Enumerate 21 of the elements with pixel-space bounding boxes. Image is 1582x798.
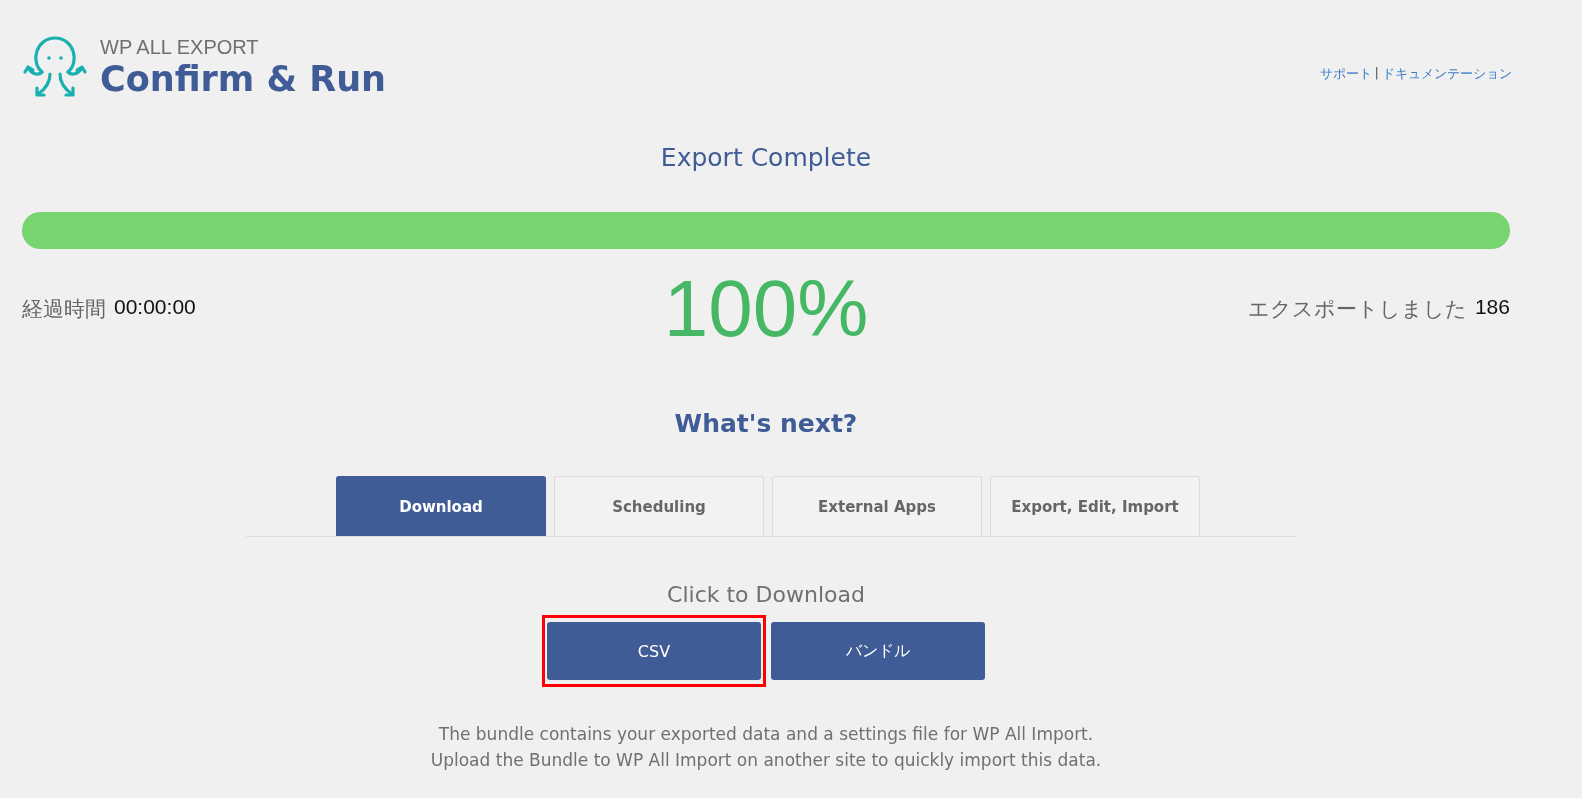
elapsed-time: 00:00:00 bbox=[114, 295, 196, 320]
note-text: The bundle contains your exported data and a settings file for WP All Import. bbox=[437, 723, 1095, 746]
page-title: Confirm & Run bbox=[100, 58, 386, 100]
exported-label: エクスポートしました bbox=[1247, 296, 1467, 323]
download-button[interactable]: CSV bbox=[547, 622, 761, 680]
tab[interactable]: Scheduling bbox=[554, 476, 764, 536]
exported-count: 186 bbox=[1474, 295, 1510, 320]
link-separator: | bbox=[1374, 65, 1379, 82]
brand-name: WP ALL EXPORT bbox=[100, 36, 260, 58]
header-link[interactable]: ドキュメンテーション bbox=[1382, 65, 1512, 83]
tab[interactable]: External Apps bbox=[772, 476, 982, 536]
elapsed-label: 経過時間 bbox=[22, 296, 106, 323]
tab[interactable]: Download bbox=[336, 476, 546, 536]
percent-text: 100% bbox=[663, 269, 869, 349]
tab[interactable]: Export, Edit, Import bbox=[990, 476, 1200, 536]
download-button[interactable]: バンドル bbox=[771, 622, 985, 680]
header-link[interactable]: サポート bbox=[1319, 65, 1372, 83]
download-heading: Click to Download bbox=[666, 581, 866, 609]
note-text: Upload the Bundle to WP All Import on another site to quickly import this data. bbox=[429, 749, 1103, 772]
status-title: Export Complete bbox=[659, 142, 873, 174]
section-title: What's next? bbox=[673, 409, 859, 438]
